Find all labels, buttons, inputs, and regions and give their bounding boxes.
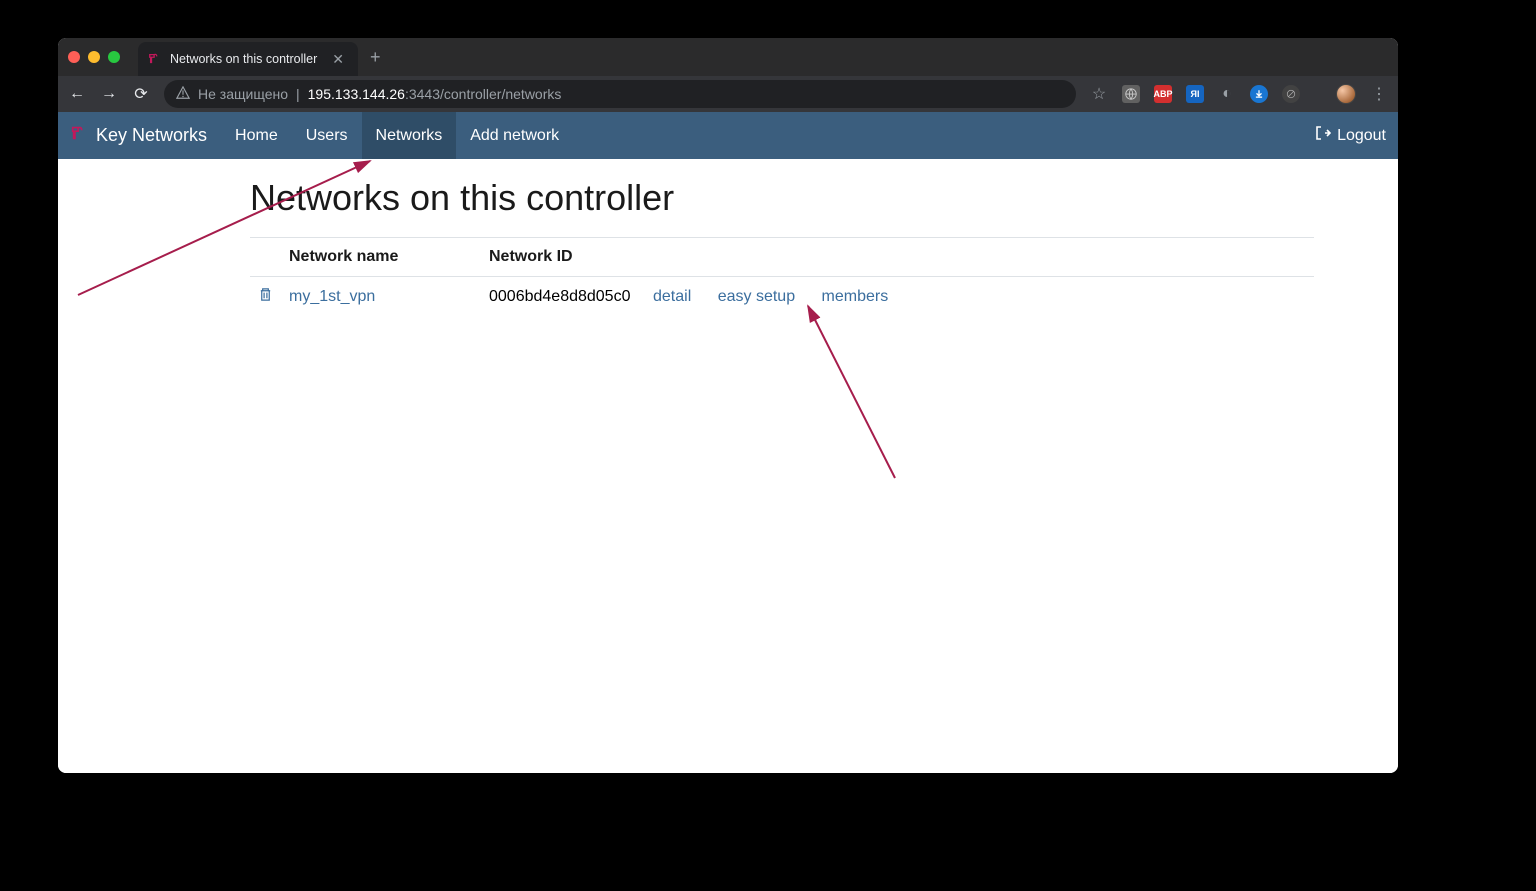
favicon-icon	[148, 52, 162, 66]
tab-bar: Networks on this controller ✕ +	[58, 38, 1398, 76]
maximize-window-button[interactable]	[108, 51, 120, 63]
menu-button[interactable]: ⋮	[1370, 84, 1388, 104]
nav-home[interactable]: Home	[221, 112, 292, 159]
url-separator: |	[296, 86, 300, 102]
page-title: Networks on this controller	[250, 177, 1314, 219]
url-input[interactable]: Не защищено | 195.133.144.26:3443/contro…	[164, 80, 1076, 108]
column-network-name: Network name	[281, 238, 481, 277]
brand-text: Key Networks	[96, 125, 207, 146]
app-navbar: Key Networks Home Users Networks Add net…	[58, 112, 1398, 159]
close-tab-button[interactable]: ✕	[328, 51, 348, 68]
shield-extension-icon[interactable]	[1282, 85, 1300, 103]
logout-button[interactable]: Logout	[1315, 125, 1386, 146]
translate-extension-icon[interactable]: ЯI	[1186, 85, 1204, 103]
easy-setup-link[interactable]: easy setup	[718, 288, 795, 305]
minimize-window-button[interactable]	[88, 51, 100, 63]
nav-add-network[interactable]: Add network	[456, 112, 573, 159]
nav-users[interactable]: Users	[292, 112, 362, 159]
page-content: Networks on this controller Network name…	[58, 159, 1398, 773]
delete-network-button[interactable]	[258, 289, 273, 306]
bookmark-star-icon[interactable]: ☆	[1090, 84, 1108, 104]
not-secure-icon	[176, 86, 190, 103]
network-id: 0006bd4e8d8d05c0	[489, 288, 630, 305]
tab-title: Networks on this controller	[170, 52, 317, 66]
forward-button[interactable]: →	[100, 85, 118, 103]
new-tab-button[interactable]: +	[358, 47, 393, 68]
globe-extension-icon[interactable]	[1122, 85, 1140, 103]
download-extension-icon[interactable]	[1250, 85, 1268, 103]
url-display: 195.133.144.26:3443/controller/networks	[308, 86, 562, 102]
browser-tab[interactable]: Networks on this controller ✕	[138, 42, 358, 76]
members-link[interactable]: members	[822, 288, 889, 305]
security-label: Не защищено	[198, 86, 288, 102]
browser-window: Networks on this controller ✕ + ← → ⟳ Не…	[58, 38, 1398, 773]
toolbar-icons: ☆ ABP ЯI ◐ ⋮	[1090, 84, 1388, 104]
back-button[interactable]: ←	[68, 85, 86, 103]
close-window-button[interactable]	[68, 51, 80, 63]
moon-extension-icon[interactable]: ◐	[1218, 85, 1236, 103]
logout-icon	[1315, 125, 1331, 146]
brand-icon	[70, 124, 88, 147]
nav-networks[interactable]: Networks	[362, 112, 457, 159]
profile-avatar[interactable]	[1336, 84, 1356, 104]
networks-table: Network name Network ID my_1st_vpn 000	[250, 237, 1314, 317]
brand[interactable]: Key Networks	[70, 124, 207, 147]
column-network-id: Network ID	[481, 238, 645, 277]
reload-button[interactable]: ⟳	[132, 84, 150, 104]
abp-extension-icon[interactable]: ABP	[1154, 85, 1172, 103]
table-row: my_1st_vpn 0006bd4e8d8d05c0 detail easy …	[250, 277, 1314, 318]
logout-label: Logout	[1337, 127, 1386, 145]
network-name-link[interactable]: my_1st_vpn	[289, 288, 375, 305]
detail-link[interactable]: detail	[653, 288, 691, 305]
address-bar: ← → ⟳ Не защищено | 195.133.144.26:3443/…	[58, 76, 1398, 112]
window-controls	[68, 51, 120, 63]
